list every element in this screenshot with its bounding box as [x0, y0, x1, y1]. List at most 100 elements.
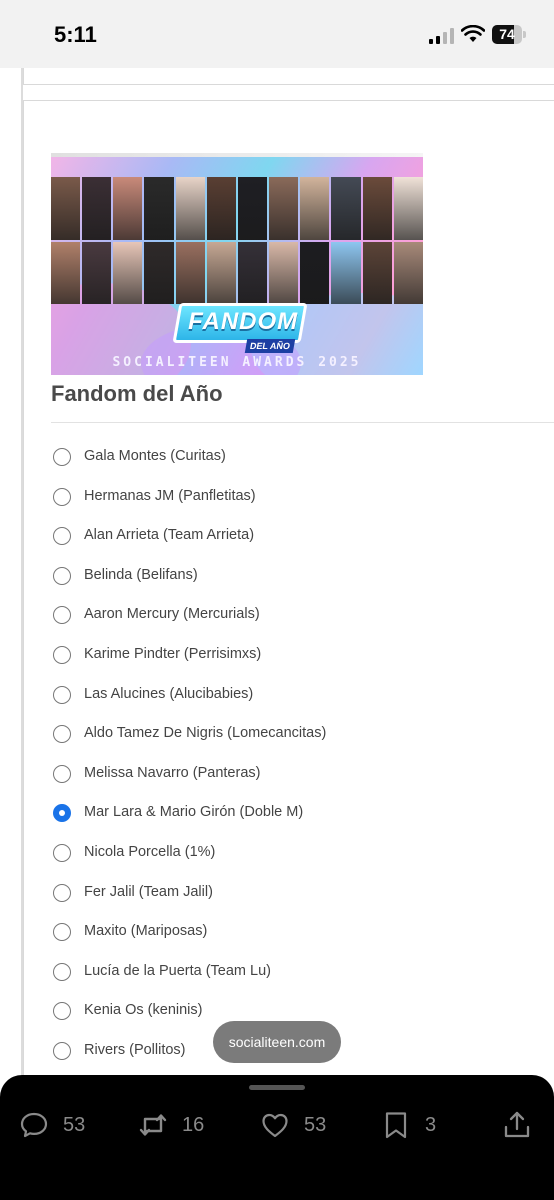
poll-option-label: Fer Jalil (Team Jalil) — [84, 883, 213, 900]
radio-button-selected[interactable] — [53, 804, 71, 823]
radio-button[interactable] — [53, 448, 71, 466]
radio-button[interactable] — [53, 527, 71, 546]
poll-option[interactable]: Belinda (Belifans) — [51, 556, 531, 596]
poll-option-label: Melissa Navarro (Panteras) — [84, 764, 261, 781]
poll-option-label: Aaron Mercury (Mercurials) — [84, 606, 260, 623]
nominee-photo — [300, 177, 330, 240]
domain-toast: socialiteen.com — [213, 1021, 341, 1063]
radio-button[interactable] — [53, 764, 71, 783]
nominee-photo — [331, 177, 361, 240]
poll-option[interactable]: Maxito (Mariposas) — [51, 912, 531, 952]
poll-option-label: Gala Montes (Curitas) — [84, 448, 226, 464]
nominee-photo — [362, 241, 392, 304]
battery-percent: 74 — [499, 26, 515, 42]
reply-icon — [20, 1112, 48, 1138]
poll-option-label: Belinda (Belifans) — [84, 566, 198, 583]
poll-option-label: Kenia Os (keninis) — [84, 1002, 203, 1019]
reply-button[interactable]: 53 — [19, 1109, 85, 1141]
nominee-photo — [300, 241, 330, 304]
status-time: 5:11 — [54, 22, 97, 47]
nominee-photo — [362, 177, 392, 240]
question-title: Fandom del Año — [51, 381, 223, 406]
status-bar: 5:11 74 — [0, 0, 554, 68]
nominee-photo-grid — [51, 177, 423, 304]
fandom-logo: FANDOM — [172, 303, 308, 343]
radio-button[interactable] — [53, 962, 71, 981]
poll-option[interactable]: Gala Montes (Curitas) — [51, 437, 531, 477]
nominee-photo — [175, 241, 205, 304]
nominee-photo — [206, 241, 236, 304]
nominee-photo — [331, 241, 361, 304]
poll-option[interactable]: Fer Jalil (Team Jalil) — [51, 873, 531, 913]
poll-option-label: Hermanas JM (Panfletitas) — [84, 487, 256, 504]
bookmark-button[interactable]: 3 — [381, 1109, 436, 1141]
poll-option-label: Lucía de la Puerta (Team Lu) — [84, 962, 271, 979]
poll-option[interactable]: Las Alucines (Alucibabies) — [51, 675, 531, 715]
sheet-grabber[interactable] — [249, 1085, 305, 1090]
poll-option-label: Rivers (Pollitos) — [84, 1042, 186, 1058]
nominee-photo — [144, 177, 174, 240]
poll-option-label: Maxito (Mariposas) — [84, 923, 208, 940]
nominee-photo — [393, 241, 423, 304]
poll-option[interactable]: Aaron Mercury (Mercurials) — [51, 595, 531, 635]
nominee-photo — [113, 241, 143, 304]
poll-option-label: Nicola Porcella (1%) — [84, 844, 216, 860]
awards-banner-text: SOCIALITEEN AWARDS 2025 — [112, 355, 362, 370]
category-banner-image: FANDOM DEL AÑO SOCIALITEEN AWARDS 2025 — [51, 153, 423, 375]
poll-option[interactable]: Lucía de la Puerta (Team Lu) — [51, 952, 531, 992]
radio-button[interactable] — [53, 487, 71, 506]
poll-option[interactable]: Hermanas JM (Panfletitas) — [51, 477, 531, 517]
radio-button[interactable] — [53, 883, 71, 902]
del-ano-tag: DEL AÑO — [244, 339, 296, 353]
repost-count: 16 — [182, 1113, 205, 1136]
previous-question-card — [23, 68, 554, 85]
web-page[interactable]: FANDOM DEL AÑO SOCIALITEEN AWARDS 2025 F… — [0, 68, 554, 1078]
nominee-photo — [393, 177, 423, 240]
nominee-photo — [269, 177, 299, 240]
poll-option[interactable]: Mar Lara & Mario Girón (Doble M) — [51, 793, 531, 833]
like-icon — [262, 1113, 288, 1138]
poll-option-label: Las Alucines (Alucibabies) — [84, 685, 254, 702]
radio-button[interactable] — [53, 566, 71, 585]
radio-button[interactable] — [53, 606, 71, 625]
like-count: 53 — [304, 1113, 327, 1136]
nominee-photo — [51, 241, 81, 304]
poll-option-label: Alan Arrieta (Team Arrieta) — [84, 527, 255, 544]
nominee-photo — [51, 177, 81, 240]
poll-option-label: Aldo Tamez De Nigris (Lomecancitas) — [84, 725, 327, 742]
radio-button[interactable] — [53, 844, 71, 862]
nominee-photo — [206, 177, 236, 240]
bookmark-count: 3 — [425, 1113, 437, 1136]
like-button[interactable]: 53 — [260, 1109, 326, 1141]
nominee-photo — [237, 241, 268, 304]
poll-option[interactable]: Karime Pindter (Perrisimxs) — [51, 635, 531, 675]
poll-option[interactable]: Melissa Navarro (Panteras) — [51, 754, 531, 794]
wifi-icon — [461, 25, 485, 42]
radio-button[interactable] — [53, 923, 71, 942]
share-button[interactable] — [502, 1109, 532, 1141]
radio-button[interactable] — [53, 725, 71, 744]
title-divider — [51, 422, 554, 423]
nominee-photo — [82, 177, 112, 240]
nominee-photo — [144, 241, 174, 304]
radio-button[interactable] — [53, 1042, 71, 1060]
poll-option[interactable]: Aldo Tamez De Nigris (Lomecancitas) — [51, 714, 531, 754]
share-icon — [504, 1111, 530, 1138]
nominee-photo — [269, 241, 299, 304]
nominee-photo — [237, 177, 268, 240]
reply-count: 53 — [63, 1113, 86, 1136]
nominee-photo — [175, 177, 205, 240]
bookmark-icon — [385, 1112, 407, 1139]
poll-option[interactable]: Alan Arrieta (Team Arrieta) — [51, 516, 531, 556]
radio-button[interactable] — [53, 1002, 71, 1021]
post-action-bar: 53 16 53 3 — [0, 1075, 554, 1200]
radio-button[interactable] — [53, 646, 71, 664]
battery-icon: 74 — [492, 25, 526, 44]
radio-button[interactable] — [53, 685, 71, 704]
repost-button[interactable]: 16 — [138, 1109, 204, 1141]
poll-option[interactable]: Nicola Porcella (1%) — [51, 833, 531, 873]
poll-option-label: Karime Pindter (Perrisimxs) — [84, 646, 262, 662]
repost-icon — [139, 1114, 167, 1136]
nominee-photo — [113, 177, 143, 240]
signal-icon — [429, 28, 454, 44]
